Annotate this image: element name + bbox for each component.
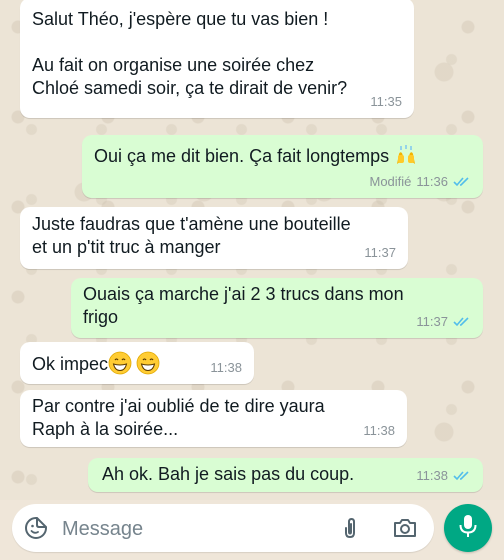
message-text: Ok impec <box>32 354 109 374</box>
message-text: Oui ça me dit bien. Ça fait longtemps <box>94 146 390 166</box>
camera-icon[interactable] <box>392 516 418 540</box>
message-text: Juste faudras que t'amène une bouteille … <box>32 214 351 257</box>
message-bubble-incoming[interactable]: Par contre j'ai oublié de te dire yaura … <box>20 390 407 447</box>
chat-area: Salut Théo, j'espère que tu vas bien ! A… <box>0 0 504 500</box>
message-text: Par contre j'ai oublié de te dire yaura … <box>32 396 325 439</box>
message-input[interactable] <box>60 512 314 546</box>
message-text: Ah ok. Bah je sais pas du coup. <box>102 464 355 484</box>
edited-label: Modifié <box>369 174 412 189</box>
message-bubble-incoming[interactable]: Juste faudras que t'amène une bouteille … <box>20 207 408 269</box>
microphone-button[interactable] <box>444 504 492 552</box>
message-bubble-outgoing[interactable]: Ah ok. Bah je sais pas du coup. 11:38 <box>88 458 483 492</box>
message-meta: 11:35 <box>370 90 402 113</box>
paperclip-icon[interactable] <box>338 516 362 540</box>
message-bubble-outgoing[interactable]: Oui ça me dit bien. Ça fait longtemps Mo… <box>82 135 483 198</box>
grinning-face-emoji-icon <box>108 351 132 375</box>
message-meta: Modifié 11:36 <box>370 170 472 193</box>
message-time: 11:37 <box>364 245 396 260</box>
message-meta: 11:37 <box>416 310 471 333</box>
emoji-sticker-icon[interactable] <box>24 516 48 540</box>
message-time: 11:35 <box>370 94 402 109</box>
message-time: 11:37 <box>416 314 448 329</box>
message-meta: 11:37 <box>364 241 396 264</box>
message-time: 11:38 <box>416 468 448 483</box>
message-bubble-incoming[interactable]: Ok impec 11:38 <box>20 342 254 384</box>
message-text-row: Oui ça me dit bien. Ça fait longtemps <box>94 143 418 168</box>
message-time: 11:36 <box>416 174 448 189</box>
message-time: 11:38 <box>363 423 395 438</box>
message-text-row: Ok impec <box>32 351 160 376</box>
read-ticks-icon <box>453 316 471 327</box>
message-bubble-incoming[interactable]: Salut Théo, j'espère que tu vas bien ! A… <box>20 0 414 118</box>
grinning-face-emoji-icon <box>136 351 160 375</box>
message-time: 11:38 <box>210 360 242 375</box>
message-text: Ouais ça marche j'ai 2 3 trucs dans mon … <box>83 284 404 327</box>
raising-hands-emoji-icon <box>394 143 418 167</box>
message-text: Salut Théo, j'espère que tu vas bien ! A… <box>32 9 348 98</box>
message-meta: 11:38 <box>416 464 471 487</box>
read-ticks-icon <box>453 470 471 481</box>
message-meta: 11:38 <box>363 419 395 442</box>
message-composer <box>12 504 434 552</box>
message-bubble-outgoing[interactable]: Ouais ça marche j'ai 2 3 trucs dans mon … <box>71 278 483 338</box>
read-ticks-icon <box>453 176 471 187</box>
message-meta: 11:38 <box>210 356 242 379</box>
microphone-icon <box>457 513 479 544</box>
